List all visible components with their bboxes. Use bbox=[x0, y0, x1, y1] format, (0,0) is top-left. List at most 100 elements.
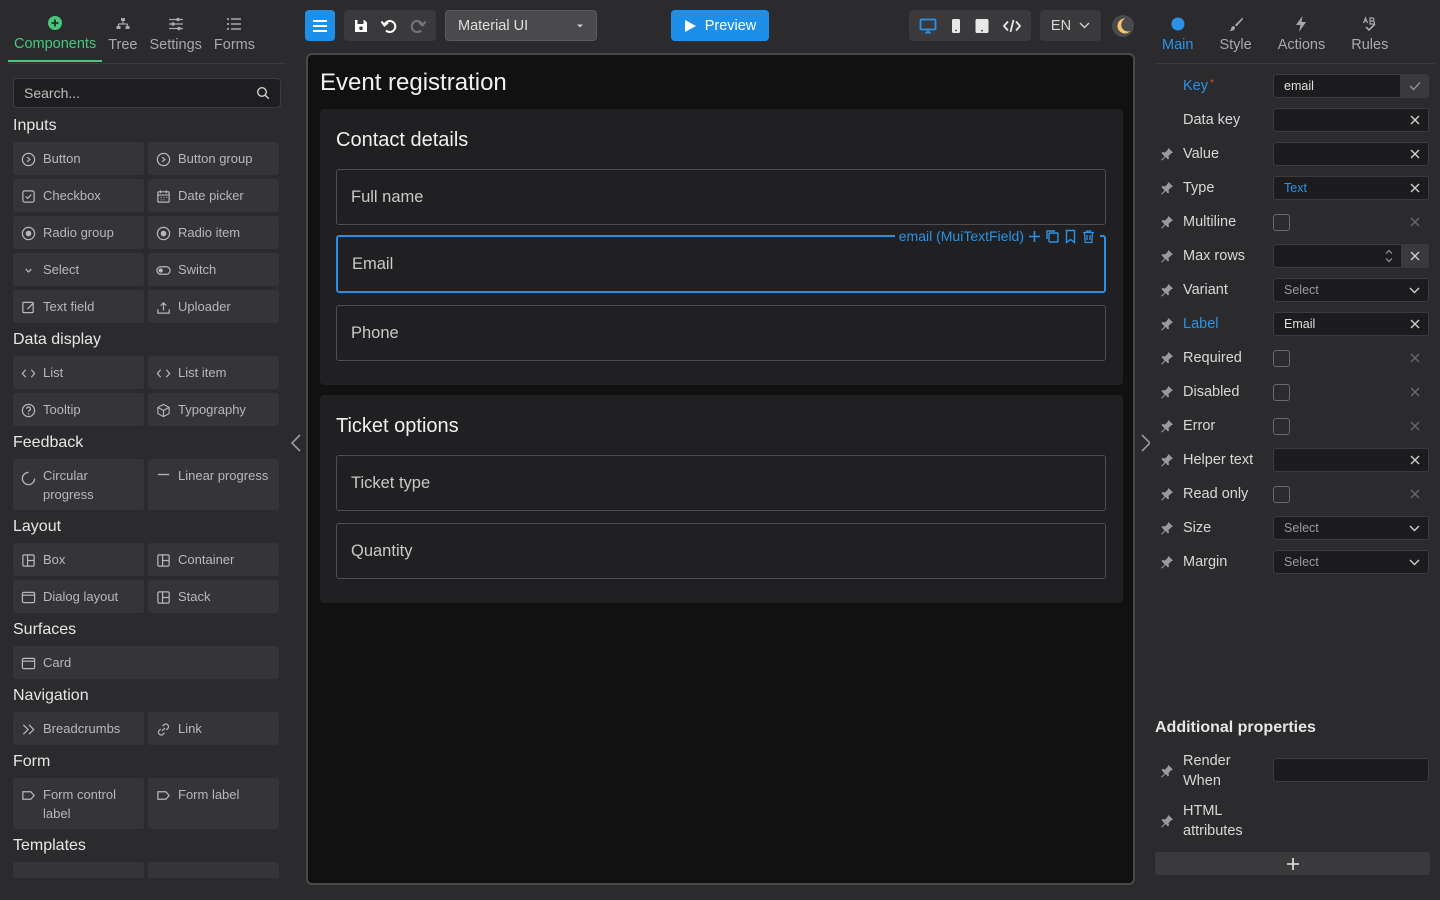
required-checkbox[interactable] bbox=[1273, 349, 1290, 367]
component-tooltip[interactable]: Tooltip bbox=[13, 393, 144, 426]
component-circular-progress[interactable]: Circular progress bbox=[13, 459, 144, 510]
component-button-group[interactable]: Button group bbox=[148, 142, 279, 175]
template-item[interactable] bbox=[148, 862, 279, 878]
disabled-checkbox[interactable] bbox=[1273, 383, 1290, 401]
bookmark-icon[interactable] bbox=[1063, 229, 1078, 244]
tab-forms[interactable]: Forms bbox=[208, 6, 261, 62]
tab-style[interactable]: Style bbox=[1212, 6, 1258, 62]
tab-tree[interactable]: Tree bbox=[102, 6, 143, 62]
multiline-checkbox[interactable] bbox=[1273, 213, 1290, 231]
clear-icon[interactable] bbox=[1409, 182, 1421, 194]
component-dialog-layout[interactable]: Dialog layout bbox=[13, 580, 144, 613]
component-select[interactable]: Select bbox=[13, 253, 144, 286]
tab-main[interactable]: Main bbox=[1155, 6, 1200, 62]
copy-icon[interactable] bbox=[1045, 229, 1060, 244]
clear-icon[interactable] bbox=[1409, 318, 1421, 330]
error-checkbox[interactable] bbox=[1273, 417, 1290, 435]
component-text-field[interactable]: Text field bbox=[13, 290, 144, 323]
pin-icon[interactable] bbox=[1160, 453, 1174, 467]
key-apply-button[interactable] bbox=[1400, 75, 1428, 97]
helper-text-input[interactable] bbox=[1273, 448, 1429, 472]
component-checkbox[interactable]: Checkbox bbox=[13, 179, 144, 212]
pin-icon[interactable] bbox=[1160, 419, 1174, 433]
component-radio-group[interactable]: Radio group bbox=[13, 216, 144, 249]
tab-rules[interactable]: Rules bbox=[1344, 6, 1395, 62]
size-select[interactable]: Select bbox=[1273, 516, 1429, 540]
search-input[interactable] bbox=[24, 85, 256, 101]
pin-icon[interactable] bbox=[1160, 814, 1174, 828]
label-input[interactable]: Email bbox=[1273, 312, 1429, 336]
language-select[interactable]: EN bbox=[1040, 10, 1101, 41]
pin-icon[interactable] bbox=[1160, 385, 1174, 399]
variant-select[interactable]: Select bbox=[1273, 278, 1429, 302]
mobile-icon[interactable] bbox=[950, 18, 962, 34]
menu-button[interactable] bbox=[305, 10, 335, 41]
stepper-icon[interactable] bbox=[1384, 247, 1394, 265]
section-ticket-options[interactable]: Ticket options Ticket type Quantity bbox=[320, 395, 1123, 603]
pin-icon[interactable] bbox=[1160, 351, 1174, 365]
add-attribute-button[interactable] bbox=[1155, 852, 1430, 875]
tablet-icon[interactable] bbox=[974, 18, 990, 34]
search-icon[interactable] bbox=[256, 86, 270, 100]
component-linear-progress[interactable]: Linear progress bbox=[148, 459, 279, 510]
key-input[interactable]: email bbox=[1273, 74, 1429, 98]
component-date-picker[interactable]: Date picker bbox=[148, 179, 279, 212]
add-icon[interactable] bbox=[1027, 229, 1042, 244]
tab-components[interactable]: Components bbox=[8, 6, 103, 62]
clear-icon[interactable] bbox=[1409, 148, 1421, 160]
component-stack[interactable]: Stack bbox=[148, 580, 279, 613]
pin-icon[interactable] bbox=[1160, 249, 1174, 263]
redo-icon[interactable] bbox=[409, 17, 427, 35]
component-box[interactable]: Box bbox=[13, 543, 144, 576]
clear-icon[interactable] bbox=[1409, 352, 1421, 364]
save-icon[interactable] bbox=[353, 18, 369, 34]
quantity-field[interactable]: Quantity bbox=[336, 523, 1106, 579]
pin-icon[interactable] bbox=[1160, 764, 1174, 778]
component-form-label[interactable]: Form label bbox=[148, 778, 279, 829]
component-list[interactable]: List bbox=[13, 356, 144, 389]
clear-icon[interactable] bbox=[1409, 454, 1421, 466]
render-when-input[interactable] bbox=[1273, 758, 1429, 782]
undo-icon[interactable] bbox=[380, 17, 398, 35]
pin-icon[interactable] bbox=[1160, 317, 1174, 331]
max-rows-input[interactable] bbox=[1273, 244, 1429, 268]
ticket-type-field[interactable]: Ticket type bbox=[336, 455, 1106, 511]
clear-icon[interactable] bbox=[1409, 386, 1421, 398]
component-typography[interactable]: Typography bbox=[148, 393, 279, 426]
value-input[interactable] bbox=[1273, 142, 1429, 166]
code-icon[interactable] bbox=[1002, 18, 1021, 34]
component-form-control-label[interactable]: Form control label bbox=[13, 778, 144, 829]
component-radio-item[interactable]: Radio item bbox=[148, 216, 279, 249]
component-breadcrumbs[interactable]: Breadcrumbs bbox=[13, 712, 144, 745]
type-input[interactable]: Text bbox=[1273, 176, 1429, 200]
section-contact-details[interactable]: Contact details Full name Email email (M… bbox=[320, 109, 1123, 385]
component-container[interactable]: Container bbox=[148, 543, 279, 576]
library-select[interactable]: Material UI bbox=[445, 10, 597, 41]
component-list-item[interactable]: List item bbox=[148, 356, 279, 389]
preview-button[interactable]: Preview bbox=[671, 10, 769, 41]
margin-select[interactable]: Select bbox=[1273, 550, 1429, 574]
template-item[interactable] bbox=[13, 862, 144, 878]
clear-icon[interactable] bbox=[1409, 114, 1421, 126]
pin-icon[interactable] bbox=[1160, 283, 1174, 297]
desktop-icon[interactable] bbox=[919, 18, 937, 34]
component-card[interactable]: Card bbox=[13, 646, 279, 679]
pin-icon[interactable] bbox=[1160, 147, 1174, 161]
clear-icon[interactable] bbox=[1409, 488, 1421, 500]
full-name-field[interactable]: Full name bbox=[336, 169, 1106, 225]
component-link[interactable]: Link bbox=[148, 712, 279, 745]
delete-icon[interactable] bbox=[1081, 229, 1096, 244]
pin-icon[interactable] bbox=[1160, 487, 1174, 501]
clear-icon[interactable] bbox=[1409, 420, 1421, 432]
theme-toggle[interactable] bbox=[1109, 10, 1137, 41]
phone-field[interactable]: Phone bbox=[336, 305, 1106, 361]
pin-icon[interactable] bbox=[1160, 521, 1174, 535]
pin-icon[interactable] bbox=[1160, 215, 1174, 229]
component-switch[interactable]: Switch bbox=[148, 253, 279, 286]
read-only-checkbox[interactable] bbox=[1273, 485, 1290, 503]
component-uploader[interactable]: Uploader bbox=[148, 290, 279, 323]
tab-settings[interactable]: Settings bbox=[144, 6, 208, 62]
pin-icon[interactable] bbox=[1160, 181, 1174, 195]
email-field[interactable]: Email email (MuiTextField) bbox=[336, 227, 1106, 293]
clear-icon[interactable] bbox=[1409, 216, 1421, 228]
